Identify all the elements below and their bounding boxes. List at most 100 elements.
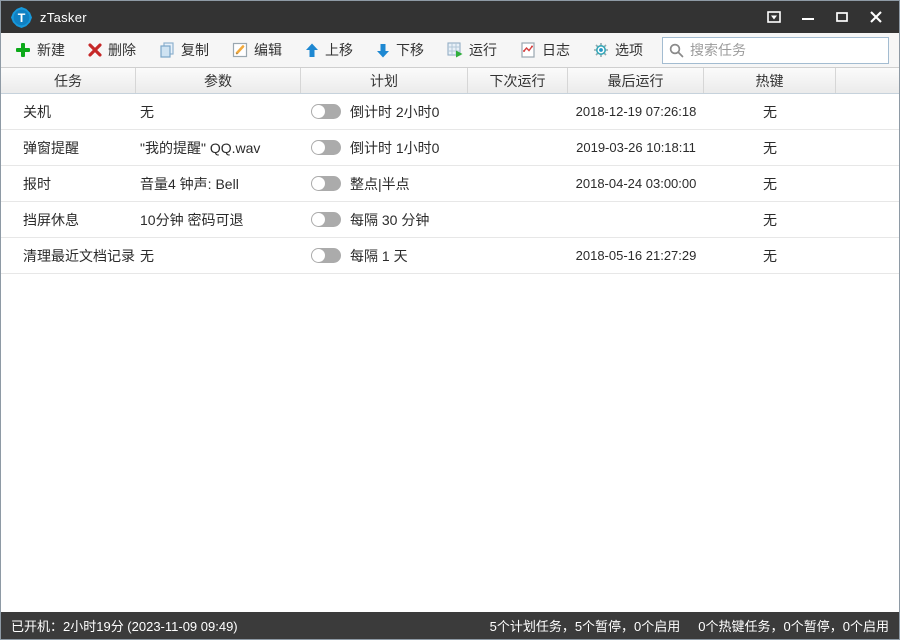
- task-hotkey: 无: [704, 166, 836, 201]
- arrow-down-icon: [376, 43, 390, 58]
- task-param: "我的提醒" QQ.wav: [136, 130, 301, 165]
- task-last-run: [568, 202, 704, 237]
- task-hotkey: 无: [704, 130, 836, 165]
- move-down-button[interactable]: 下移: [372, 37, 428, 63]
- task-param: 无: [136, 238, 301, 273]
- table-row[interactable]: 关机 无 倒计时 2小时0 2018-12-19 07:26:18 无: [1, 94, 899, 130]
- toolbar-label: 日志: [542, 40, 570, 60]
- app-title: zTasker: [40, 10, 87, 25]
- column-header-next-run[interactable]: 下次运行: [468, 68, 568, 93]
- task-schedule-cell: 整点|半点: [301, 166, 468, 201]
- run-icon: [447, 42, 463, 58]
- copy-task-button[interactable]: 复制: [155, 37, 213, 63]
- column-header-task[interactable]: 任务: [1, 68, 136, 93]
- new-task-button[interactable]: 新建: [11, 37, 69, 63]
- log-chart-icon: [520, 42, 536, 58]
- task-schedule-cell: 倒计时 2小时0: [301, 94, 468, 129]
- task-schedule-cell: 每隔 1 天: [301, 238, 468, 273]
- task-schedule-cell: 每隔 30 分钟: [301, 202, 468, 237]
- search-input[interactable]: [690, 42, 882, 58]
- ztasker-window: T zTasker: [0, 0, 900, 640]
- task-schedule-text: 每隔 1 天: [350, 246, 408, 266]
- statusbar-right: 5个计划任务，5个暂停，0个启用 0个热键任务，0个暂停，0个启用: [490, 616, 889, 635]
- task-enable-toggle[interactable]: [311, 212, 341, 227]
- task-last-run: 2018-05-16 21:27:29: [568, 238, 704, 273]
- search-box: [662, 37, 889, 64]
- row-filler: [836, 130, 899, 165]
- uptime-status: 已开机：2小时19分 (2023-11-09 09:49): [11, 616, 238, 635]
- plus-icon: [15, 42, 31, 58]
- column-header-schedule[interactable]: 计划: [301, 68, 468, 93]
- minimize-to-tray-icon: [767, 11, 781, 23]
- column-header-last-run[interactable]: 最后运行: [568, 68, 704, 93]
- search-icon: [669, 43, 684, 58]
- move-up-button[interactable]: 上移: [301, 37, 357, 63]
- task-name: 清理最近文档记录: [1, 238, 136, 273]
- task-last-run: 2019-03-26 10:18:11: [568, 130, 704, 165]
- run-task-button[interactable]: 运行: [443, 37, 501, 63]
- task-param: 音量4 钟声: Bell: [136, 166, 301, 201]
- task-param: 10分钟 密码可退: [136, 202, 301, 237]
- task-enable-toggle[interactable]: [311, 140, 341, 155]
- task-enable-toggle[interactable]: [311, 104, 341, 119]
- row-filler: [836, 202, 899, 237]
- toolbar-label: 运行: [469, 40, 497, 60]
- column-header-hotkey[interactable]: 热键: [704, 68, 836, 93]
- schedule-task-summary: 5个计划任务，5个暂停，0个启用: [490, 616, 681, 635]
- task-param: 无: [136, 94, 301, 129]
- maximize-button[interactable]: [827, 5, 857, 29]
- task-enable-toggle[interactable]: [311, 248, 341, 263]
- edit-task-button[interactable]: 编辑: [228, 37, 286, 63]
- statusbar: 已开机：2小时19分 (2023-11-09 09:49) 5个计划任务，5个暂…: [1, 612, 899, 639]
- row-filler: [836, 166, 899, 201]
- table-row[interactable]: 报时 音量4 钟声: Bell 整点|半点 2018-04-24 03:00:0…: [1, 166, 899, 202]
- row-filler: [836, 94, 899, 129]
- task-name: 挡屏休息: [1, 202, 136, 237]
- arrow-up-icon: [305, 43, 319, 58]
- table-row[interactable]: 弹窗提醒 "我的提醒" QQ.wav 倒计时 1小时0 2019-03-26 1…: [1, 130, 899, 166]
- task-schedule-text: 整点|半点: [350, 174, 410, 194]
- column-header-param[interactable]: 参数: [136, 68, 301, 93]
- toolbar-label: 上移: [325, 40, 353, 60]
- row-filler: [836, 238, 899, 273]
- toolbar-label: 删除: [108, 40, 136, 60]
- task-last-run: 2018-04-24 03:00:00: [568, 166, 704, 201]
- app-logo-icon: T: [11, 7, 32, 28]
- column-header-filler: [836, 68, 899, 93]
- toolbar-label: 选项: [615, 40, 643, 60]
- table-empty-area: [1, 274, 899, 612]
- toolbar-label: 编辑: [254, 40, 282, 60]
- task-enable-toggle[interactable]: [311, 176, 341, 191]
- minimize-button[interactable]: [793, 5, 823, 29]
- toolbar-label: 下移: [396, 40, 424, 60]
- delete-task-button[interactable]: 删除: [84, 37, 140, 63]
- options-gear-icon: [593, 42, 609, 58]
- task-next-run: [468, 238, 568, 273]
- toolbar: 新建 删除 复制 编辑 上移: [1, 33, 899, 68]
- close-icon: [870, 11, 882, 23]
- copy-icon: [159, 42, 175, 58]
- task-hotkey: 无: [704, 94, 836, 129]
- close-button[interactable]: [861, 5, 891, 29]
- task-schedule-text: 每隔 30 分钟: [350, 210, 429, 230]
- task-name: 弹窗提醒: [1, 130, 136, 165]
- maximize-icon: [836, 11, 848, 23]
- task-hotkey: 无: [704, 238, 836, 273]
- minimize-to-tray-button[interactable]: [759, 5, 789, 29]
- options-button[interactable]: 选项: [589, 37, 647, 63]
- task-last-run: 2018-12-19 07:26:18: [568, 94, 704, 129]
- task-schedule-text: 倒计时 1小时0: [350, 138, 439, 158]
- toolbar-label: 复制: [181, 40, 209, 60]
- task-next-run: [468, 202, 568, 237]
- task-next-run: [468, 94, 568, 129]
- task-next-run: [468, 166, 568, 201]
- task-schedule-text: 倒计时 2小时0: [350, 102, 439, 122]
- svg-text:T: T: [18, 10, 26, 24]
- titlebar: T zTasker: [1, 1, 899, 33]
- delete-x-icon: [88, 43, 102, 57]
- log-button[interactable]: 日志: [516, 37, 574, 63]
- table-row[interactable]: 清理最近文档记录 无 每隔 1 天 2018-05-16 21:27:29 无: [1, 238, 899, 274]
- toolbar-label: 新建: [37, 40, 65, 60]
- task-hotkey: 无: [704, 202, 836, 237]
- table-row[interactable]: 挡屏休息 10分钟 密码可退 每隔 30 分钟 无: [1, 202, 899, 238]
